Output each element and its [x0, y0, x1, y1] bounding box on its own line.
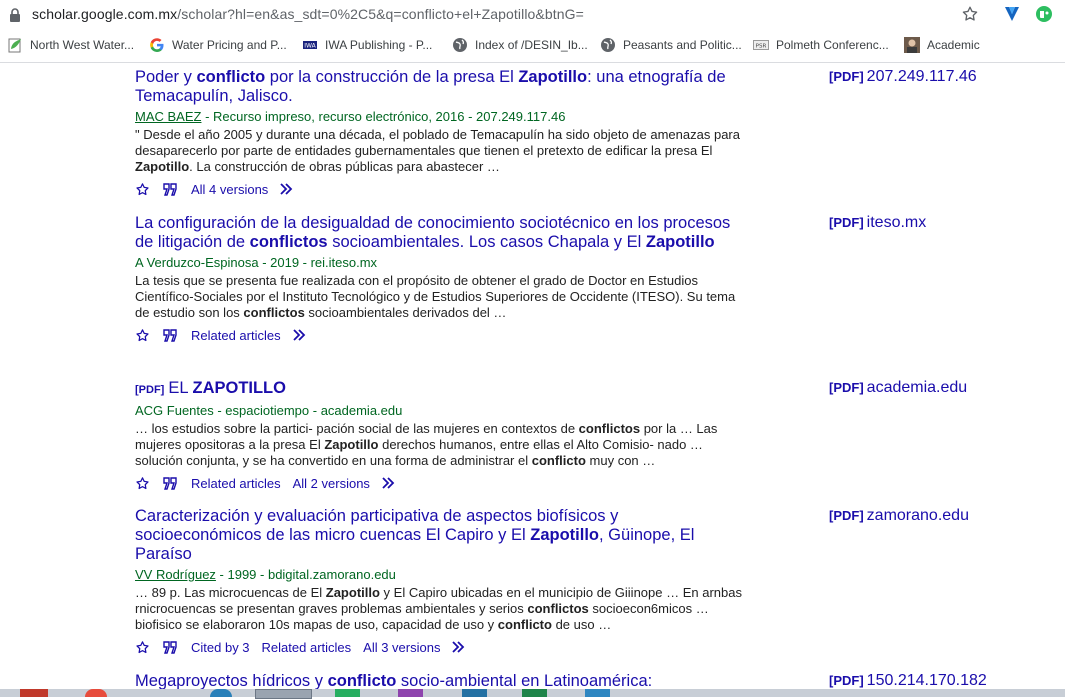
taskbar-app-icon[interactable]	[335, 689, 360, 697]
taskbar-app-icon[interactable]	[255, 689, 312, 699]
result-actions: All 4 versions	[135, 179, 745, 199]
more-chevron-icon[interactable]	[292, 329, 308, 341]
result-actions: Related articles All 2 versions	[135, 473, 745, 493]
result-title[interactable]: Poder y conflicto por la construcción de…	[135, 68, 745, 106]
result-snippet: … los estudios sobre la partici- pación …	[135, 421, 718, 468]
result-snippet: La tesis que se presenta fue realizada c…	[135, 273, 736, 320]
academic-photo-icon	[904, 37, 920, 53]
cite-quote-icon[interactable]	[163, 182, 178, 196]
bookmark-label: Water Pricing and P...	[172, 38, 287, 52]
result-actions: Related articles	[135, 325, 745, 345]
related-articles-link[interactable]: Related articles	[262, 640, 352, 655]
result-snippet: … 89 p. Las microcuencas de El Zapotillo…	[135, 585, 742, 632]
more-chevron-icon[interactable]	[452, 641, 467, 653]
bookmarks-bar: North West Water... Water Pricing and P.…	[0, 30, 1065, 63]
lock-icon	[10, 8, 20, 22]
cite-quote-icon[interactable]	[163, 476, 178, 490]
more-chevron-icon[interactable]	[280, 183, 295, 195]
address-bar[interactable]: scholar.google.com.mx/scholar?hl=en&as_s…	[0, 0, 1065, 30]
bookmark-label: Index of /DESIN_Ib...	[475, 38, 588, 52]
url-text[interactable]: scholar.google.com.mx/scholar?hl=en&as_s…	[32, 6, 584, 22]
url-path: /scholar?hl=en&as_sdt=0%2C5&q=conflicto+…	[177, 6, 584, 22]
bookmark-star-icon[interactable]	[961, 5, 979, 23]
result-item: [PDF] EL ZAPOTILLO ACG Fuentes - espaciot…	[135, 379, 745, 493]
cite-quote-icon[interactable]	[163, 328, 178, 342]
related-articles-link[interactable]: Related articles	[191, 328, 281, 343]
author-link[interactable]: MAC BAEZ	[135, 109, 201, 124]
taskbar-app-icon[interactable]	[20, 689, 48, 697]
result-item: Caracterización y evaluación participati…	[135, 507, 745, 657]
google-g-icon	[150, 38, 164, 52]
results-list: Poder y conflicto por la construcción de…	[0, 63, 1065, 697]
bookmark-water-pricing[interactable]: Water Pricing and P...	[149, 30, 287, 60]
bookmark-label: Academic	[927, 38, 980, 52]
result-title[interactable]: La configuración de la desigualdad de co…	[135, 214, 745, 252]
bookmark-label: IWA Publishing - P...	[325, 38, 433, 52]
result-snippet: " Desde el año 2005 y durante una década…	[135, 127, 740, 174]
result-item: La configuración de la desigualdad de co…	[135, 214, 745, 345]
author-link[interactable]: VV Rodríguez	[135, 567, 216, 582]
psr-icon: PSR	[753, 40, 769, 50]
extension-v-icon[interactable]	[1002, 4, 1022, 24]
svg-text:PSR: PSR	[756, 43, 767, 49]
result-meta: ACG Fuentes - espaciotiempo - academia.e…	[135, 403, 403, 418]
taskbar-app-icon[interactable]	[585, 689, 610, 697]
pdf-link[interactable]: [PDF] 207.249.117.46	[829, 68, 977, 86]
taskbar-app-icon[interactable]	[522, 689, 547, 697]
all-versions-link[interactable]: All 2 versions	[293, 476, 370, 491]
result-title[interactable]: [PDF] EL ZAPOTILLO	[135, 379, 745, 400]
cite-quote-icon[interactable]	[163, 640, 178, 654]
result-actions: Cited by 3 Related articles All 3 versio…	[135, 637, 745, 657]
taskbar-app-icon[interactable]	[398, 689, 423, 697]
pdf-link[interactable]: [PDF] 150.214.170.182	[829, 672, 987, 690]
svg-text:IWA: IWA	[304, 43, 316, 50]
save-star-icon[interactable]	[135, 182, 150, 197]
result-meta: A Verduzco-Espinosa - 2019 - rei.iteso.m…	[135, 255, 378, 270]
iwa-icon: IWA	[303, 41, 317, 50]
pdf-link[interactable]: [PDF] academia.edu	[829, 379, 967, 397]
taskbar-app-icon[interactable]	[85, 689, 107, 697]
all-versions-link[interactable]: All 4 versions	[191, 182, 268, 197]
result-title[interactable]: Caracterización y evaluación participati…	[135, 507, 745, 564]
evernote-icon[interactable]	[1034, 4, 1054, 24]
url-host: scholar.google.com.mx	[32, 6, 178, 22]
bookmark-north-west-water[interactable]: North West Water...	[7, 30, 134, 60]
taskbar	[0, 689, 1065, 699]
bookmark-label: Peasants and Politic...	[623, 38, 742, 52]
leaf-doc-icon	[8, 38, 21, 53]
bookmark-iwa-publishing[interactable]: IWA IWA Publishing - P...	[302, 30, 432, 60]
bookmark-peasants-politics[interactable]: Peasants and Politic...	[600, 30, 742, 60]
all-versions-link[interactable]: All 3 versions	[363, 640, 440, 655]
bookmark-index-desin[interactable]: Index of /DESIN_Ib...	[452, 30, 588, 60]
cited-by-link[interactable]: Cited by 3	[191, 640, 250, 655]
bookmark-label: North West Water...	[30, 38, 135, 52]
more-chevron-icon[interactable]	[382, 477, 397, 489]
bookmark-academic[interactable]: Academic	[904, 30, 980, 60]
result-meta: MAC BAEZ - Recurso impreso, recurso elec…	[135, 109, 566, 124]
result-item: Poder y conflicto por la construcción de…	[135, 68, 745, 199]
taskbar-app-icon[interactable]	[462, 689, 487, 697]
globe-icon	[601, 38, 615, 52]
result-meta: VV Rodríguez - 1999 - bdigital.zamorano.…	[135, 567, 396, 582]
save-star-icon[interactable]	[135, 476, 150, 491]
related-articles-link[interactable]: Related articles	[191, 476, 281, 491]
save-star-icon[interactable]	[135, 640, 150, 655]
globe-icon	[453, 38, 467, 52]
bookmark-polmeth[interactable]: PSR Polmeth Conferenc...	[753, 30, 889, 60]
bookmark-label: Polmeth Conferenc...	[776, 38, 889, 52]
pdf-link[interactable]: [PDF] iteso.mx	[829, 214, 926, 232]
pdf-link[interactable]: [PDF] zamorano.edu	[829, 507, 969, 525]
taskbar-app-icon[interactable]	[210, 689, 232, 697]
save-star-icon[interactable]	[135, 328, 150, 343]
